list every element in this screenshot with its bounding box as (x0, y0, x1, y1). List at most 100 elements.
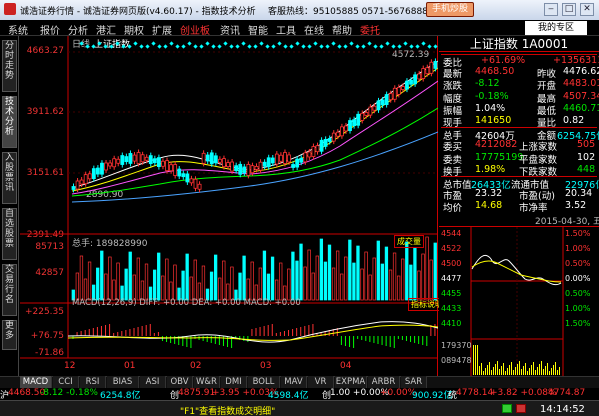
candle (246, 163, 251, 176)
menu-item-analysis[interactable]: 分析 (68, 22, 88, 37)
mini-volume-bar (501, 366, 502, 375)
volume-bar (116, 262, 120, 301)
signal-diamond (229, 44, 234, 49)
volume-bar (201, 265, 206, 301)
candle (380, 99, 385, 106)
side-tab-watchlist[interactable]: 自选股票 (2, 208, 17, 260)
signal-diamond (415, 44, 420, 49)
indicator-tab[interactable]: MACD (20, 376, 52, 388)
candle (75, 180, 80, 190)
signal-diamond (391, 44, 396, 49)
volume-bar (152, 269, 157, 301)
candle (213, 155, 218, 164)
indicator-tab[interactable]: DMI (221, 376, 247, 388)
indicator-tab[interactable]: ARBR (368, 376, 400, 388)
signal-diamond (187, 41, 192, 46)
signal-diamond (241, 41, 246, 46)
volume-bar (299, 243, 303, 301)
chart-pane[interactable]: 日线 上证指数 4663.27 3911.62 3151.61 2391.49 … (20, 36, 446, 376)
candle (181, 173, 186, 178)
indicator-tab[interactable]: OBV (167, 376, 193, 388)
side-tab-broker[interactable]: 交易行名 (2, 264, 17, 316)
indicator-tab[interactable]: EXPMA (335, 376, 367, 388)
my-zone-button[interactable]: 我的专区 (525, 21, 587, 35)
menu-item-gem[interactable]: 创业板 (180, 22, 210, 37)
volume-bar (270, 256, 275, 301)
menu-item-hk[interactable]: 港汇 (96, 22, 116, 37)
menu-item-news[interactable]: 资讯 (220, 22, 240, 37)
volume-bar (104, 273, 108, 301)
quote-row: 现手 141650 量比 0.82 (441, 115, 597, 129)
close-icon[interactable]: ✕ (580, 3, 594, 16)
mini-volume-tick-2: 089478 (441, 356, 472, 365)
signal-diamond (193, 44, 198, 49)
menu-item-smart[interactable]: 智能 (248, 22, 268, 37)
signal-diamond (355, 44, 360, 49)
volume-bar (185, 253, 189, 301)
signal-diamond (343, 44, 348, 49)
indicator-tab[interactable]: BOLL (248, 376, 280, 388)
candle (400, 86, 405, 90)
indicator-tab[interactable]: MAV (281, 376, 307, 388)
mini-volume-bar (517, 364, 518, 375)
volume-bar (108, 256, 112, 301)
candle (356, 113, 361, 126)
menu-item-extend[interactable]: 扩展 (152, 22, 172, 37)
candle (173, 164, 178, 176)
quote-field-value: 20.34 (565, 188, 593, 200)
menu-item-tools[interactable]: 工具 (276, 22, 296, 37)
side-tab-intraday[interactable]: 分时走势 (2, 40, 17, 92)
candle (144, 156, 149, 161)
side-tab-more[interactable]: 更多 (2, 320, 17, 350)
menu-item-online[interactable]: 在线 (304, 22, 324, 37)
indicator-tab[interactable]: SAR (401, 376, 427, 388)
candle (368, 106, 373, 116)
volume-bar (392, 252, 397, 301)
mini-volume-bar (531, 365, 532, 375)
indicator-tab[interactable]: RSI (80, 376, 106, 388)
candle (392, 87, 397, 100)
mini-volume-bar (481, 363, 482, 375)
indicator-tab[interactable]: CCI (53, 376, 79, 388)
menu-item-help[interactable]: 帮助 (332, 22, 352, 37)
signal-diamond (127, 44, 132, 49)
volume-bar (181, 270, 185, 301)
macd-tick-3: -71.86 (34, 348, 64, 358)
mini-volume-bar (519, 361, 520, 375)
volume-indicator-button[interactable]: 成交量 (394, 235, 424, 248)
macd-tick-2: +76.75 (30, 331, 64, 341)
side-tab-news[interactable]: 入股票讯 (2, 152, 17, 204)
menu-item-entrust[interactable]: 委托 (360, 22, 380, 37)
candle (165, 160, 169, 172)
indicator-tab[interactable]: BIAS (107, 376, 139, 388)
mini-intraday-chart[interactable]: 4544 4522 4500 4477 4455 4433 4410 1.50% 1.00% 0… (439, 226, 599, 377)
candle (112, 158, 117, 168)
volume-bar (413, 247, 417, 301)
menu-item-quote[interactable]: 报价 (40, 22, 60, 37)
mini-pct-tick: 1.00% (565, 244, 591, 253)
volume-bar (372, 257, 376, 301)
volume-bar (295, 260, 299, 301)
volume-bar (87, 261, 92, 301)
volume-bar (165, 258, 169, 301)
candle (91, 168, 96, 180)
volume-bar (132, 274, 136, 301)
maximize-icon[interactable]: □ (562, 3, 576, 16)
signal-diamond (103, 44, 108, 49)
mini-volume-bar (551, 368, 552, 375)
menu-item-options[interactable]: 期权 (124, 22, 144, 37)
volume-bar (83, 278, 88, 301)
candle (388, 93, 393, 101)
side-tab-technical[interactable]: 技术分析 (2, 96, 17, 148)
x-tick-feb: 02 (190, 361, 202, 371)
indicator-tab[interactable]: W&R (194, 376, 220, 388)
indicator-tab[interactable]: ASI (140, 376, 166, 388)
menu-item-system[interactable]: 系统 (8, 22, 28, 37)
trade-button[interactable]: 手机炒股 (426, 2, 474, 17)
mini-volume-bar (545, 366, 546, 375)
mini-volume-bar (555, 362, 556, 375)
candle (152, 158, 157, 164)
minimize-icon[interactable]: ‒ (544, 3, 558, 16)
signal-diamond (97, 41, 102, 46)
indicator-tab[interactable]: VR (308, 376, 334, 388)
